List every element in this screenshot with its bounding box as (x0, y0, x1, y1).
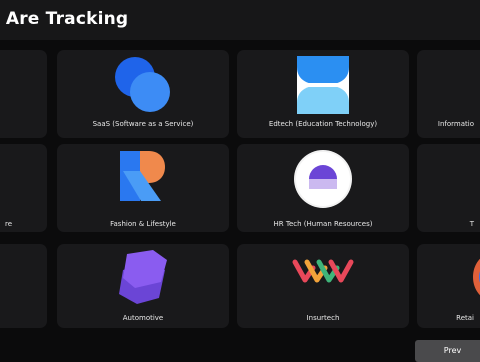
chevrons-icon (292, 259, 354, 283)
partial-logo-icon (473, 258, 480, 296)
overlapping-circles-icon (115, 57, 170, 112)
page-header: e Are Tracking (0, 0, 480, 40)
category-card-left-partial[interactable] (0, 50, 47, 138)
category-card-saas[interactable]: SaaS (Software as a Service) (57, 50, 229, 138)
category-label: HR Tech (Human Resources) (273, 220, 373, 228)
category-label: re (4, 220, 13, 228)
stacked-diamonds-icon (119, 250, 167, 304)
category-label: Insurtech (306, 314, 340, 322)
category-card-information-partial[interactable]: Informatio (417, 50, 480, 138)
prev-button[interactable]: Prev (415, 340, 480, 362)
category-card-partial[interactable]: T (417, 144, 480, 232)
category-label: SaaS (Software as a Service) (92, 120, 194, 128)
category-card-automotive[interactable]: Automotive (57, 244, 229, 328)
category-label: T (469, 220, 474, 228)
category-label: Edtech (Education Technology) (268, 120, 378, 128)
category-label: Fashion & Lifestyle (110, 220, 176, 228)
letter-r-icon (120, 151, 165, 201)
category-card-left-partial[interactable]: re (0, 144, 47, 232)
category-card-retail-partial[interactable]: Retai (417, 244, 480, 328)
category-card-insurtech[interactable]: Insurtech (237, 244, 409, 328)
page-title: e Are Tracking (0, 9, 129, 29)
category-card-edtech[interactable]: Edtech (Education Technology) (237, 50, 409, 138)
category-label: Informatio (437, 120, 474, 128)
category-card-hrtech[interactable]: HR Tech (Human Resources) (237, 144, 409, 232)
category-card-left-partial[interactable] (0, 244, 47, 328)
hourglass-icon (297, 56, 349, 114)
category-card-fashion[interactable]: Fashion & Lifestyle (57, 144, 229, 232)
category-label: Retai (456, 314, 474, 322)
purple-dome-icon (294, 150, 352, 208)
category-label: Automotive (122, 314, 164, 322)
